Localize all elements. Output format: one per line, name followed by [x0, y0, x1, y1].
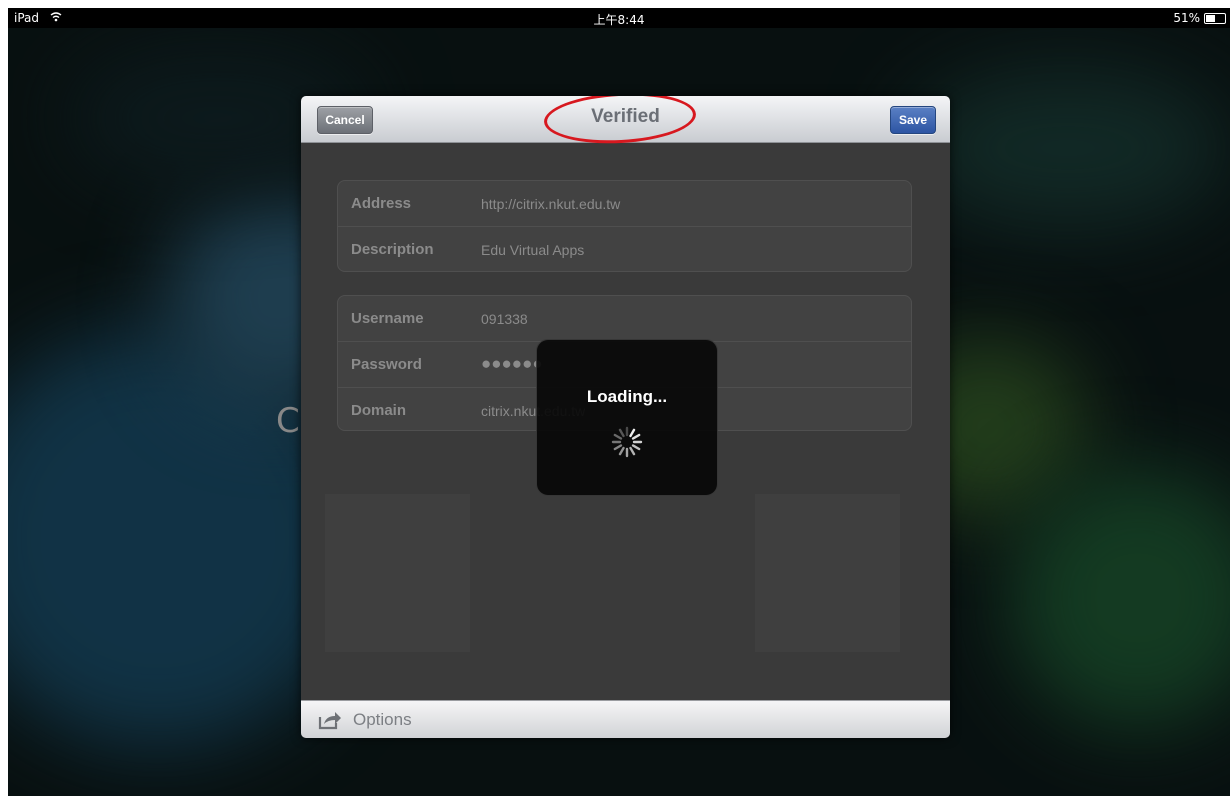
- spinner-icon: [611, 426, 643, 458]
- background-tile: [325, 494, 470, 652]
- battery-icon: [1204, 13, 1226, 24]
- spinner-spoke: [631, 444, 641, 451]
- ipad-screen: C iPad 上午8:44 51% Cancel Verified Save A…: [8, 8, 1230, 796]
- password-field[interactable]: ●●●●●●: [481, 354, 543, 374]
- spinner-spoke: [629, 428, 636, 438]
- description-row[interactable]: Description Edu Virtual Apps: [338, 227, 911, 271]
- loading-overlay: Loading...: [536, 339, 718, 496]
- spinner-spoke: [613, 433, 623, 440]
- status-bar: iPad 上午8:44 51%: [8, 8, 1230, 28]
- domain-label: Domain: [351, 402, 407, 419]
- loading-text: Loading...: [586, 387, 668, 406]
- server-settings-group: Address http://citrix.nkut.edu.tw Descri…: [337, 180, 912, 272]
- spinner-spoke: [618, 446, 625, 456]
- description-field[interactable]: Edu Virtual Apps: [481, 242, 584, 258]
- save-button[interactable]: Save: [890, 106, 936, 134]
- battery-percent: 51%: [1173, 11, 1200, 25]
- address-field[interactable]: http://citrix.nkut.edu.tw: [481, 196, 620, 212]
- battery-fill: [1206, 15, 1215, 22]
- username-row[interactable]: Username 091338: [338, 296, 911, 342]
- spinner-spoke: [613, 444, 623, 451]
- dialog-footer: Options: [301, 700, 950, 738]
- password-label: Password: [351, 356, 422, 373]
- title-annotation-ring: [542, 96, 698, 147]
- share-icon[interactable]: [318, 710, 342, 730]
- username-field[interactable]: 091338: [481, 311, 528, 327]
- options-button[interactable]: Options: [353, 710, 412, 730]
- address-label: Address: [351, 195, 412, 212]
- status-time: 上午8:44: [593, 13, 645, 27]
- description-label: Description: [351, 241, 434, 258]
- background-tile: [755, 494, 900, 652]
- dialog-navigation-bar: Cancel Verified Save: [301, 96, 950, 147]
- spinner-spoke: [618, 428, 625, 438]
- spinner-spoke: [629, 446, 636, 456]
- spinner-spoke: [631, 433, 641, 440]
- username-label: Username: [351, 310, 424, 327]
- background-partial-text: C: [276, 401, 300, 441]
- address-row[interactable]: Address http://citrix.nkut.edu.tw: [338, 181, 911, 227]
